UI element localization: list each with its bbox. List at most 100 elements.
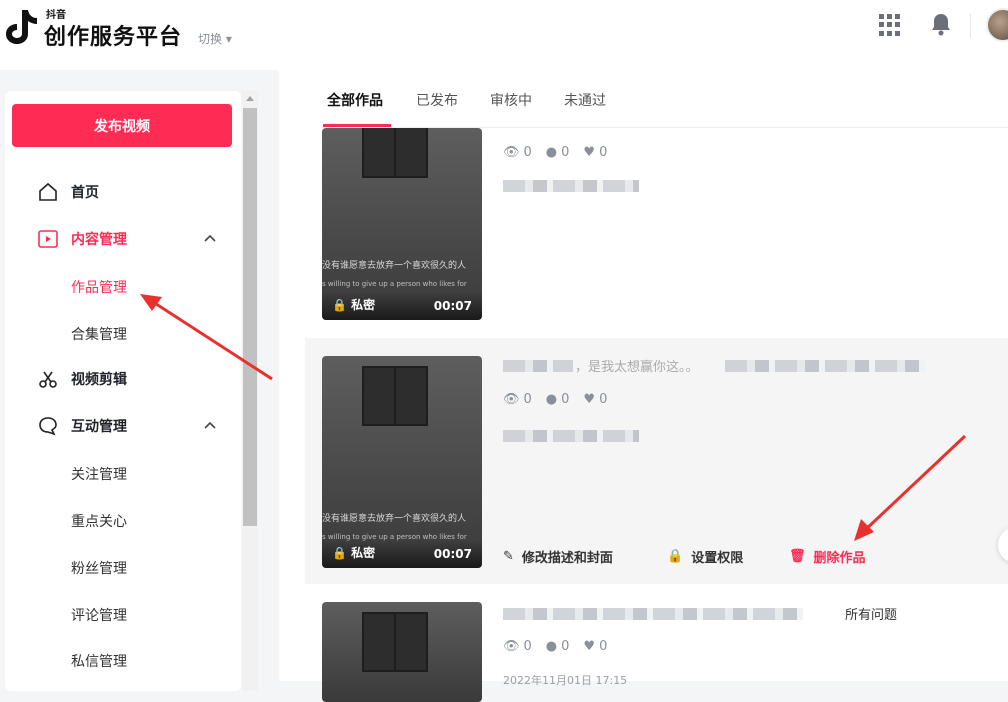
tab-published[interactable]: 已发布 (416, 90, 458, 110)
blurred-title-part (503, 360, 573, 372)
sidebar-item-interaction[interactable]: 互动管理 (5, 406, 241, 446)
tab-reviewing[interactable]: 审核中 (490, 90, 532, 110)
blurred-title-tail (725, 360, 925, 372)
set-permission-button[interactable]: 🔒 设置权限 (667, 547, 743, 566)
douyin-logo-icon[interactable] (4, 8, 38, 46)
avatar[interactable] (986, 8, 1008, 42)
scissors-icon (39, 371, 57, 388)
work-card-hovered[interactable]: 没有谁愿意去放弃一个喜欢很久的人 s willing to give up a … (305, 338, 1008, 584)
sidebar-item-comments[interactable]: 评论管理 (71, 605, 127, 625)
likes-count: 0 (599, 392, 608, 407)
privacy-label: 私密 (351, 298, 376, 312)
tab-rejected[interactable]: 未通过 (564, 90, 606, 110)
top-bar: 抖音 创作服务平台 切换 ▾ (0, 0, 1008, 70)
publish-video-button[interactable]: 发布视频 (12, 104, 232, 147)
views-stat: 👁 0 (503, 392, 532, 407)
sidebar-item-following[interactable]: 关注管理 (71, 464, 127, 484)
likes-stat: ♥ 0 (583, 392, 607, 407)
header-divider (970, 14, 971, 38)
thumbnail-window (362, 128, 428, 178)
sidebar-item-home[interactable]: 首页 (5, 172, 241, 212)
sidebar-item-label: 首页 (71, 185, 99, 201)
thumbnail-window (362, 366, 428, 426)
sidebar-item-video-edit[interactable]: 视频剪辑 (5, 359, 241, 399)
eye-icon: 👁 (503, 392, 520, 407)
trash-icon: 🗑 (789, 549, 806, 564)
work-title: ，是我太想赢你这。。 (575, 360, 699, 375)
chevron-up-icon[interactable] (203, 419, 217, 433)
delete-work-button[interactable]: 🗑 删除作品 (789, 547, 866, 566)
work-card[interactable]: 没有谁愿意去放弃一个喜欢很久的人 s willing to give up a … (305, 128, 1008, 338)
sidebar-item-messages[interactable]: 私信管理 (71, 651, 127, 671)
bell-icon[interactable] (930, 12, 952, 36)
heart-icon: ♥ (583, 145, 596, 160)
sidebar-item-content[interactable]: 内容管理 (5, 219, 241, 259)
home-icon (39, 182, 57, 201)
chevron-up-icon[interactable] (203, 232, 217, 246)
comment-icon: ● (545, 639, 558, 654)
comments-count: 0 (561, 639, 570, 654)
comment-icon: ● (545, 392, 558, 407)
tab-all-works[interactable]: 全部作品 (327, 90, 383, 110)
sidebar-item-collections[interactable]: 合集管理 (71, 324, 127, 344)
heart-icon: ♥ (583, 392, 596, 407)
sidebar-item-label: 视频剪辑 (71, 372, 127, 388)
privacy-badge: 🔒 私密 (332, 546, 376, 560)
heart-icon: ♥ (583, 639, 596, 654)
switch-account-dropdown[interactable]: 切换 ▾ (198, 30, 232, 47)
thumbnail-window (362, 612, 428, 672)
eye-icon: 👁 (503, 145, 520, 160)
pencil-icon: ✎ (503, 549, 514, 564)
views-count: 0 (523, 639, 532, 654)
scrollbar-thumb[interactable] (243, 108, 257, 526)
comments-stat: ● 0 (546, 639, 570, 654)
work-stats: 👁 0 ● 0 ♥ 0 (503, 639, 607, 654)
blurred-title (503, 608, 803, 620)
work-stats: 👁 0 ● 0 ♥ 0 (503, 392, 607, 407)
work-title: 所有问题 (845, 608, 898, 623)
privacy-label: 私密 (351, 546, 376, 560)
views-stat: 👁 0 (503, 639, 532, 654)
duration-label: 00:07 (433, 547, 472, 561)
views-stat: 👁 0 (503, 145, 532, 160)
video-thumbnail[interactable]: 没有谁愿意去放弃一个喜欢很久的人 s willing to give up a … (322, 128, 482, 320)
publish-date: 2022年11月01日 17:15 (503, 674, 628, 687)
work-card[interactable]: 所有问题 👁 0 ● 0 ♥ 0 2022年11月01日 17:15 (305, 584, 1008, 702)
likes-count: 0 (599, 639, 608, 654)
likes-stat: ♥ 0 (583, 145, 607, 160)
comments-count: 0 (561, 145, 570, 160)
sidebar-item-works[interactable]: 作品管理 (71, 277, 127, 297)
lock-icon: 🔒 (667, 549, 684, 564)
apps-grid-icon[interactable] (879, 14, 901, 36)
thumbnail-caption: 没有谁愿意去放弃一个喜欢很久的人 (322, 514, 467, 524)
views-count: 0 (523, 145, 532, 160)
brand-title: 创作服务平台 (44, 25, 183, 50)
edit-label: 修改描述和封面 (521, 551, 613, 566)
duration-label: 00:07 (433, 299, 472, 313)
edit-description-button[interactable]: ✎ 修改描述和封面 (503, 547, 613, 566)
sidebar: 发布视频 首页 内容管理 作品管理 合集管理 视频剪辑 互动管理 关注管理 重点… (5, 91, 241, 691)
permission-label: 设置权限 (691, 551, 744, 566)
sidebar-item-fans[interactable]: 粉丝管理 (71, 558, 127, 578)
comments-stat: ● 0 (546, 145, 570, 160)
works-panel: 全部作品 已发布 审核中 未通过 没有谁愿意去放弃一个喜欢很久的人 s will… (279, 70, 1008, 702)
play-square-icon (38, 230, 58, 248)
sidebar-item-label: 互动管理 (71, 419, 127, 435)
views-count: 0 (523, 392, 532, 407)
eye-icon: 👁 (503, 639, 520, 654)
blurred-date (503, 430, 639, 442)
thumbnail-caption: 没有谁愿意去放弃一个喜欢很久的人 (322, 261, 467, 271)
video-thumbnail[interactable]: 没有谁愿意去放弃一个喜欢很久的人 s willing to give up a … (322, 356, 482, 568)
chat-bubble-icon (39, 417, 57, 436)
sidebar-item-label: 内容管理 (71, 232, 127, 248)
blurred-date (503, 180, 639, 192)
privacy-badge: 🔒 私密 (332, 298, 376, 312)
thumbnail-caption-en: s willing to give up a person who likes … (322, 280, 467, 288)
comment-icon: ● (545, 145, 558, 160)
comments-count: 0 (561, 392, 570, 407)
work-stats: 👁 0 ● 0 ♥ 0 (503, 145, 607, 160)
sidebar-item-key-follow[interactable]: 重点关心 (71, 511, 127, 531)
video-thumbnail[interactable] (322, 602, 482, 702)
comments-stat: ● 0 (546, 392, 570, 407)
scroll-up-arrow-icon[interactable] (246, 96, 254, 101)
